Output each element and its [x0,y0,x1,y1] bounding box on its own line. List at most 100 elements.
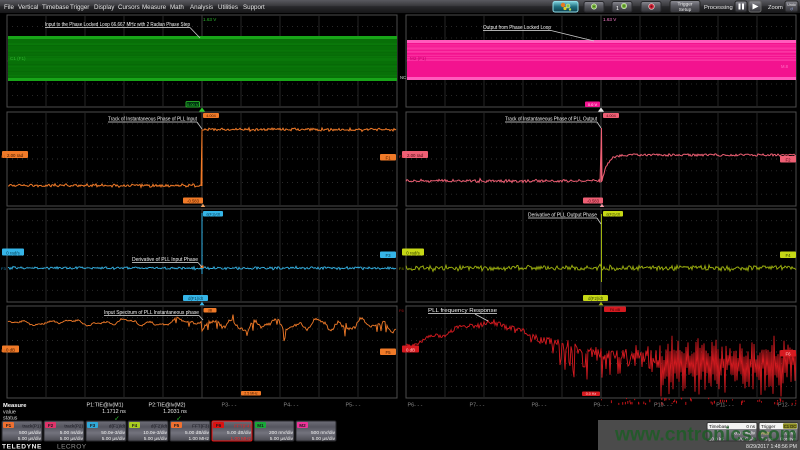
svg-text:2.00 rad: 2.00 rad [407,153,424,158]
svg-text:F3: F3 [1,266,6,271]
svg-text:5.00 µs/div: 5.00 µs/div [18,436,42,442]
svg-text:F6: F6 [399,308,404,313]
svg-text:Display: Display [94,4,115,11]
svg-text:F5: F5 [174,423,180,428]
svg-text:F1: F1 [6,423,12,428]
svg-text:F1: F1 [385,156,391,161]
svg-text:File: File [4,4,15,11]
svg-text:Math: Math [170,4,184,11]
svg-text:F5: F5 [385,350,391,355]
svg-text:1.2031 ns: 1.2031 ns [163,409,187,415]
svg-text:5.00 µs/div: 5.00 µs/div [60,436,84,442]
svg-text:-0.583: -0.583 [587,199,600,204]
svg-text:F2: F2 [48,423,54,428]
svg-text:500 µs/div: 500 µs/div [19,430,42,436]
svg-text:P3- - -: P3- - - [222,403,237,409]
svg-text:P8- - -: P8- - - [532,403,547,409]
svg-text:d(F2)/dt: d(F2)/dt [151,424,168,429]
svg-text:M.8: M.8 [781,64,789,69]
svg-text:5.00 µs/div: 5.00 µs/div [102,436,126,442]
svg-text:F2: F2 [785,158,791,163]
svg-text:0 rad/s: 0 rad/s [406,251,420,256]
svg-text:Zoom: Zoom [768,5,783,11]
svg-text:Timebase: Timebase [42,4,69,11]
svg-text:1.00 MHz: 1.00 MHz [188,436,209,442]
svg-text:P10- - -: P10- - - [654,403,672,409]
svg-text:d(F1)/dt: d(F1)/dt [206,212,221,217]
svg-text:Cursors: Cursors [118,4,140,11]
svg-text:F3: F3 [385,253,391,258]
svg-text:0.0 Hz: 0.0 Hz [586,392,597,396]
svg-text:F4: F4 [399,266,404,271]
svg-text:Support: Support [243,4,265,11]
svg-text:500 mV/div: 500 mV/div [311,430,336,436]
svg-text:-0.583: -0.583 [187,199,200,204]
svg-text:F5: F5 [1,348,6,353]
svg-text:Input to the Phase Locked Loop: Input to the Phase Locked Loop 66.667 MH… [45,22,190,28]
svg-text:d(F2)/dt: d(F2)/dt [606,212,621,217]
svg-text:www.cntronics.com: www.cntronics.com [614,424,797,446]
svg-text:track(P1): track(P1) [22,424,41,429]
svg-text:10.0e-3/div: 10.0e-3/div [143,430,167,436]
svg-text:1.00 MHz: 1.00 MHz [230,436,251,442]
svg-text:Processing: Processing [704,5,733,11]
svg-text:M2: M2 [299,423,306,428]
svg-text:F6: F6 [216,423,222,428]
svg-text:5.00 ns/div: 5.00 ns/div [60,430,84,436]
svg-text:P1:TIE@lv(M1): P1:TIE@lv(M1) [87,403,124,409]
svg-text:200 mV/div: 200 mV/div [269,430,294,436]
svg-text:P6- - -: P6- - - [408,403,423,409]
svg-text:Input Spectrum of PLL Instanta: Input Spectrum of PLL Instantaneous phas… [104,310,199,316]
svg-text:4.004: 4.004 [606,114,616,118]
svg-text:Vertical: Vertical [18,4,38,11]
svg-text:NC: NC [400,75,406,80]
svg-text:F3: F3 [90,423,96,428]
svg-text:Track of Instantaneous Phase o: Track of Instantaneous Phase of PLL Inpu… [108,117,198,123]
svg-text:TELEDYNE: TELEDYNE [2,444,42,450]
svg-text:0 dB: 0 dB [6,348,15,353]
svg-text:C1 (F1): C1 (F1) [10,56,26,61]
svg-text:Derivative of PLL Output Phase: Derivative of PLL Output Phase [528,213,597,219]
svg-text:1: 1 [616,6,619,12]
svg-text:5.00 dB/div: 5.00 dB/div [227,430,252,436]
svg-text:50.0e-3/div: 50.0e-3/div [101,430,125,436]
svg-text:Derivative of PLL Input Phase: Derivative of PLL Input Phase [132,257,198,263]
svg-text:dB: dB [208,309,213,313]
svg-text:1.63 V: 1.63 V [203,17,217,22]
svg-text:Analysis: Analysis [190,4,213,11]
svg-text:F4: F4 [132,423,138,428]
svg-text:M1: M1 [257,423,264,428]
svg-text:1.1712 ns: 1.1712 ns [102,409,126,415]
svg-text:PLL frequency Response: PLL frequency Response [428,308,497,314]
svg-text:FFT(F3): FFT(F3) [192,424,209,429]
svg-text:2.5 MHz: 2.5 MHz [244,392,258,396]
svg-text:Setup: Setup [679,7,692,13]
svg-text:Measure: Measure [142,4,167,11]
svg-text:LECROY: LECROY [57,444,87,450]
svg-text:d(F1)/dt: d(F1)/dt [188,296,203,301]
svg-text:d(F2)/dt: d(F2)/dt [588,296,603,301]
svg-text:P9- - -: P9- - - [594,403,609,409]
svg-text:1.63 V: 1.63 V [603,17,617,22]
svg-text:P12- - -: P12- - - [778,403,796,409]
svg-text:F6: F6 [785,352,791,357]
svg-text:5.00 µs/div: 5.00 µs/div [312,436,336,442]
svg-text:2.00 rad: 2.00 rad [7,153,24,158]
svg-text:0.00 V: 0.00 V [187,102,199,107]
svg-text:F1: F1 [1,154,6,159]
svg-text:P4- - -: P4- - - [284,403,299,409]
svg-text:0 rad/s: 0 rad/s [6,251,20,256]
svg-text:P7- - -: P7- - - [470,403,485,409]
svg-text:M2 (F1): M2 (F1) [410,56,427,61]
svg-text:5.00 dB/div: 5.00 dB/div [185,430,210,436]
svg-text:F4: F4 [785,253,791,258]
svg-text:P11- - -: P11- - - [716,403,734,409]
svg-text:d(F1)/dt: d(F1)/dt [109,424,126,429]
svg-text:5.00 µs/div: 5.00 µs/div [144,436,168,442]
svg-text:5.00 µs/div: 5.00 µs/div [270,436,294,442]
svg-text:P2:TIE@lv(M2): P2:TIE@lv(M2) [149,403,186,409]
svg-text:Trigger: Trigger [70,4,89,11]
svg-text:FFT(F4): FFT(F4) [234,424,251,429]
svg-text:F6 dB: F6 dB [610,307,621,312]
svg-text:Output from Phase Locked Loop: Output from Phase Locked Loop [483,25,551,31]
